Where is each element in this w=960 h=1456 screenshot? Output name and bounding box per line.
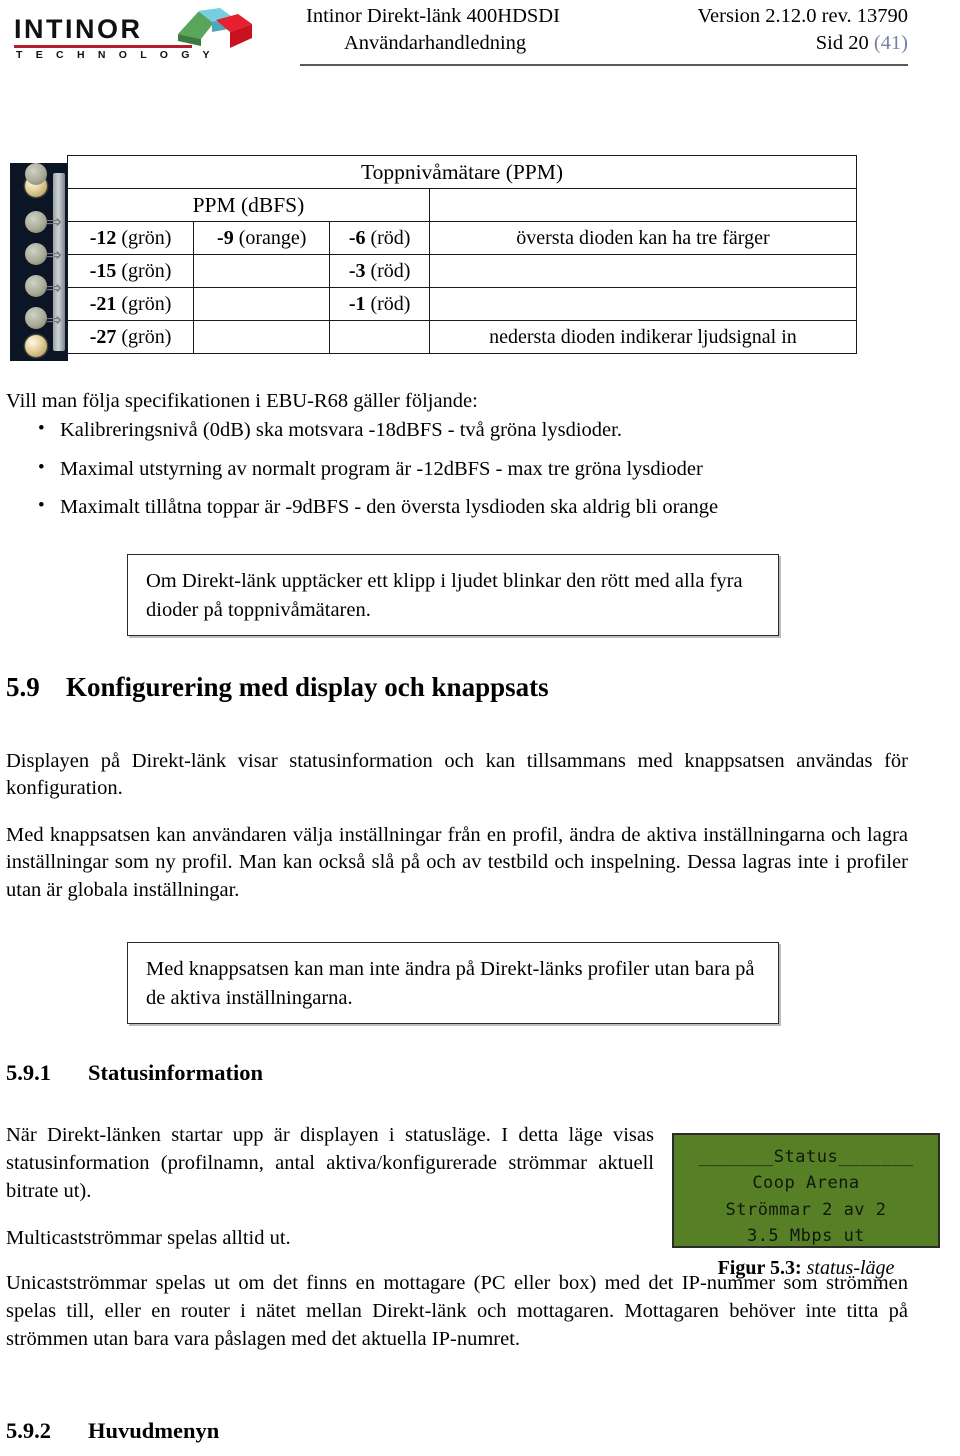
pcb-led-3 [25, 275, 47, 297]
note-box-clip-warning: Om Direkt-länk upptäcker ett klipp i lju… [127, 554, 779, 637]
header-text-block: Intinor Direkt-länk 400HDSDI Version 2.1… [300, 5, 908, 59]
lcd-line-bitrate: 3.5 Mbps ut [746, 1226, 866, 1247]
figure-caption: Figur 5.3: status-läge [672, 1257, 940, 1280]
heading-text: Huvudmenyn [88, 1418, 220, 1443]
heading-5-9-2: 5.9.2 Huvudmenyn [6, 1418, 219, 1444]
paragraph-5-9-1-b: Multicastströmmar spelas alltid ut. [6, 1227, 291, 1249]
cell-level-1: -12 (grön) [66, 221, 195, 255]
pcb-led-bottom [25, 335, 47, 357]
cell-note [428, 254, 858, 288]
pcb-led-2 [25, 243, 47, 265]
intro-paragraph: Vill man följa specifikationen i EBU-R68… [6, 390, 478, 412]
level-color: (orange) [238, 226, 307, 249]
header-row-1: Intinor Direkt-länk 400HDSDI Version 2.1… [300, 5, 908, 32]
table-row-subheader: PPM (dBFS) [67, 188, 858, 222]
paragraph-5-9-1: Displayen på Direkt-länk visar statusinf… [6, 750, 908, 800]
level-value: -1 [348, 292, 366, 315]
cell-level-1: -21 (grön) [66, 287, 195, 321]
pcb-led-4b [25, 307, 47, 329]
logo-blocks-icon [172, 6, 254, 54]
list-item: Kalibreringsnivå (0dB) ska motsvara -18d… [34, 417, 914, 444]
heading-text: Konfigurering med display och knappsats [66, 672, 549, 702]
table-row: -27 (grön) nedersta dioden indikerar lju… [66, 320, 858, 354]
level-color: (grön) [121, 325, 172, 348]
arrow-to-row-1: ⇒ [46, 211, 62, 233]
level-value: -21 [89, 292, 117, 315]
cell-level-1: -15 (grön) [66, 254, 195, 288]
ppm-table-title: Toppnivåmätare (PPM) [67, 155, 857, 189]
figure-caption-label: Figur 5.3: [717, 1257, 802, 1279]
figure-5-3: _______Status_______ Coop Arena Strömmar… [672, 1133, 940, 1280]
paragraph-5-9-1-c: Unicastströmmar spelas ut om det finns e… [6, 1272, 908, 1350]
level-value: -12 [89, 226, 117, 249]
table-row-title: Toppnivåmätare (PPM) [67, 155, 857, 189]
cell-note: översta dioden kan ha tre färger [428, 221, 858, 255]
ppm-table: Toppnivåmätare (PPM) PPM (dBFS) -12 (grö… [66, 155, 858, 354]
spec-bullet-list: Kalibreringsnivå (0dB) ska motsvara -18d… [34, 417, 914, 534]
level-color: (röd) [370, 292, 411, 315]
page-header: INTINOR T E C H N O L O G Y Intinor Dire… [0, 0, 960, 78]
list-item: Maximalt tillåtna toppar är -9dBFS - den… [34, 494, 914, 521]
document-title: Intinor Direkt-länk 400HDSDI [306, 5, 560, 27]
level-value: -6 [348, 226, 366, 249]
paragraph-5-9-1-a: När Direkt-länken startar upp är display… [6, 1124, 654, 1202]
logo-red-rule [14, 45, 192, 48]
lcd-line-profile: Coop Arena [752, 1173, 860, 1194]
level-color: (grön) [121, 226, 172, 249]
header-divider [300, 64, 908, 66]
table-row: -21 (grön) -1 (röd) [66, 287, 858, 321]
figure-caption-text: status-läge [806, 1257, 895, 1279]
cell-level-2 [193, 287, 331, 321]
arrow-to-row-3: ⇒ [46, 277, 62, 299]
paragraph-5-9-2: Med knappsatsen kan användaren välja ins… [6, 824, 908, 901]
level-value: -27 [89, 325, 117, 348]
arrow-to-row-2: ⇒ [46, 244, 62, 266]
table-row: -15 (grön) -3 (röd) [66, 254, 858, 288]
level-value: -15 [89, 259, 117, 282]
cell-level-2 [193, 254, 331, 288]
level-color: (grön) [121, 259, 172, 282]
heading-number: 5.9.2 [6, 1418, 51, 1443]
intinor-logo: INTINOR T E C H N O L O G Y [12, 6, 252, 66]
arrow-to-row-4: ⇒ [46, 309, 62, 331]
cell-level-1: -27 (grön) [66, 320, 195, 354]
note-box-profiles: Med knappsatsen kan man inte ändra på Di… [127, 942, 779, 1025]
list-item: Maximal utstyrning av normalt program är… [34, 456, 914, 483]
page-number: Sid 20 [815, 32, 869, 54]
level-color: (grön) [121, 292, 172, 315]
version-label: Version 2.12.0 rev. 13790 [697, 5, 908, 27]
lcd-line-streams: Strömmar 2 av 2 [725, 1199, 887, 1220]
level-color: (röd) [370, 259, 411, 282]
pcb-led-4 [25, 163, 47, 185]
cell-note: nedersta dioden indikerar ljudsignal in [428, 320, 858, 354]
page-indicator: Sid 20 (41) [816, 32, 908, 55]
cell-level-3: -1 (röd) [329, 287, 430, 321]
pcb-led-1 [25, 211, 47, 233]
lcd-line-title: _______Status_______ [698, 1147, 914, 1167]
heading-5-9: 5.9 Konfigurering med display och knappsa… [6, 672, 549, 703]
level-value: -9 [217, 226, 234, 249]
table-row: -12 (grön) -9 (orange) -6 (röd) översta … [66, 221, 858, 255]
cell-level-3: -6 (röd) [329, 221, 430, 255]
page-total-link[interactable]: (41) [874, 32, 908, 54]
heading-5-9-1: 5.9.1 Statusinformation [6, 1060, 263, 1086]
heading-number: 5.9 [6, 672, 40, 702]
level-color: (röd) [370, 226, 411, 249]
logo-wordmark: INTINOR [14, 14, 143, 44]
cell-level-2: -9 (orange) [193, 221, 331, 255]
heading-text: Statusinformation [88, 1060, 264, 1085]
header-row-2: Användarhandledning Sid 20 (41) [300, 32, 908, 59]
level-value: -3 [348, 259, 366, 282]
heading-number: 5.9.1 [6, 1060, 51, 1085]
ppm-subheader: PPM (dBFS) [67, 188, 430, 222]
ppm-note-header [428, 188, 858, 222]
document-subtitle: Användarhandledning [344, 32, 527, 54]
lcd-status-display: _______Status_______ Coop Arena Strömmar… [672, 1133, 940, 1248]
cell-note [428, 287, 858, 321]
cell-level-2 [193, 320, 331, 354]
cell-level-3: -3 (röd) [329, 254, 430, 288]
cell-level-3 [329, 320, 430, 354]
